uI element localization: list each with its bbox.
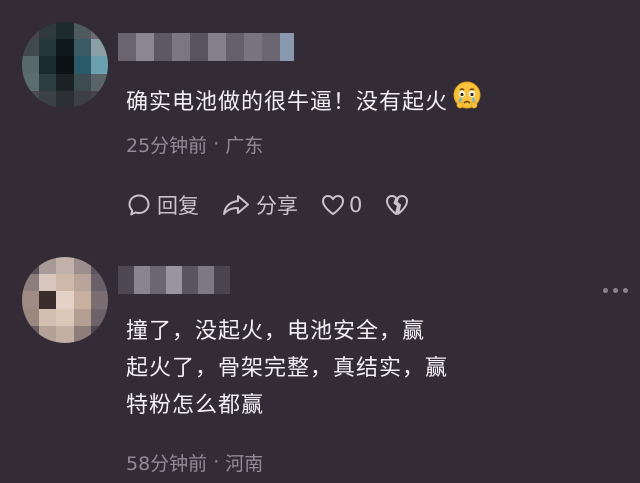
share-label: 分享 xyxy=(256,194,298,218)
reply-button[interactable]: 回复 xyxy=(126,190,199,220)
like-button[interactable]: 0 xyxy=(320,192,362,218)
heart-icon xyxy=(320,192,346,218)
dislike-button[interactable] xyxy=(384,192,410,218)
share-icon xyxy=(221,192,251,218)
comment-text-line: 特粉怎么都赢 xyxy=(126,393,265,418)
comment-2: 撞了，没起火，电池安全，赢 起火了，骨架完整，真结实，赢 特粉怎么都赢 58分钟… xyxy=(0,240,640,483)
separator-dot: · xyxy=(213,451,220,473)
comment-text-line: 起火了，骨架完整，真结实，赢 xyxy=(126,356,449,381)
crying-face-emoji xyxy=(452,80,482,122)
comment-meta: 25分钟前 · 广东 xyxy=(126,131,263,157)
more-button[interactable] xyxy=(603,288,628,293)
username-blurred[interactable] xyxy=(118,33,294,63)
comment-icon xyxy=(126,192,152,218)
share-button[interactable]: 分享 xyxy=(221,190,298,220)
comment-text-line: 确实电池做的很牛逼！没有起火 xyxy=(126,90,449,115)
location: 河南 xyxy=(225,452,264,475)
comment-actions: 回复 分享 0 xyxy=(126,186,432,224)
more-icon xyxy=(603,288,608,293)
username-blurred[interactable] xyxy=(118,266,230,296)
comment-content: 撞了，没起火，电池安全，赢 起火了，骨架完整，真结实，赢 特粉怎么都赢 xyxy=(126,313,448,424)
location: 广东 xyxy=(225,134,264,157)
comment-meta: 58分钟前 · 河南 xyxy=(126,449,263,475)
avatar[interactable] xyxy=(22,257,108,343)
timestamp: 25分钟前 xyxy=(126,134,208,157)
comment-text-line: 撞了，没起火，电池安全，赢 xyxy=(126,319,426,344)
timestamp: 58分钟前 xyxy=(126,452,208,475)
like-count: 0 xyxy=(349,193,363,217)
avatar[interactable] xyxy=(22,22,108,108)
broken-heart-icon xyxy=(384,192,410,218)
comment-1: 确实电池做的很牛逼！没有起火 25分钟前 · 广东 回复 分享 0 xyxy=(0,0,640,240)
reply-label: 回复 xyxy=(157,194,199,218)
comment-content: 确实电池做的很牛逼！没有起火 xyxy=(126,80,482,124)
separator-dot: · xyxy=(213,133,220,155)
